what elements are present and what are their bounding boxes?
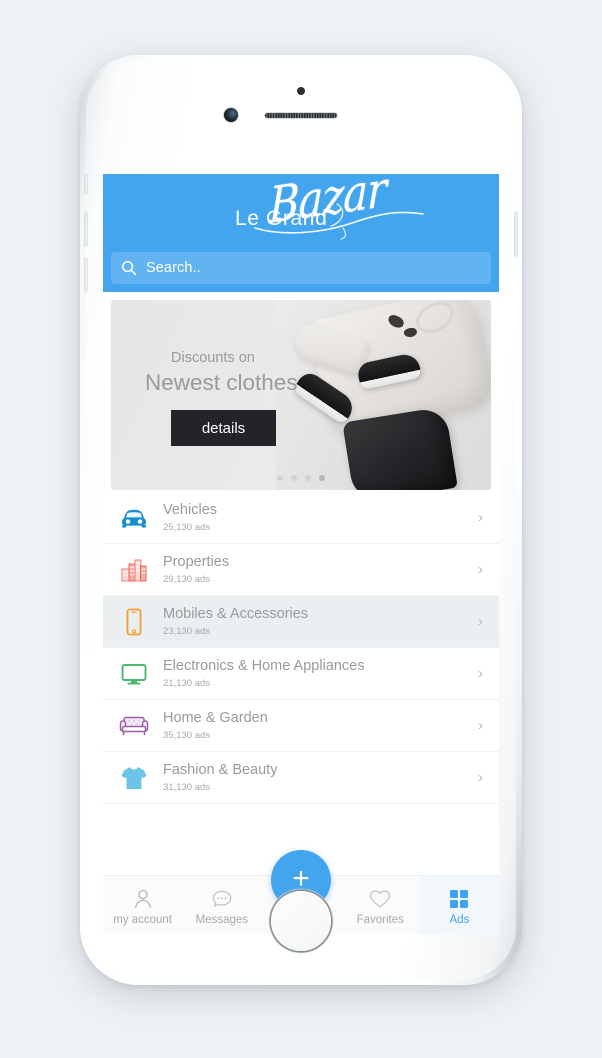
category-count: 23,130 ads xyxy=(163,625,211,637)
banner-subtitle: Discounts on xyxy=(171,350,255,366)
phone-screen: Bazar Le Grand Search.. Discounts on New… xyxy=(103,174,499,934)
collar-graphic xyxy=(410,300,460,340)
plus-icon: + xyxy=(292,861,310,895)
category-name: Home & Garden xyxy=(163,710,268,727)
sofa-icon xyxy=(113,715,155,737)
banner-title: Newest clothes xyxy=(145,370,298,395)
chevron-right-icon: › xyxy=(478,717,483,734)
volume-up-button[interactable] xyxy=(84,211,88,247)
carousel-dot[interactable] xyxy=(291,475,297,481)
category-text: Electronics & Home Appliances 21,130 ads xyxy=(155,658,478,689)
promo-banner[interactable]: Discounts on Newest clothes details xyxy=(111,300,491,490)
nav-label: Favorites xyxy=(356,914,404,926)
heart-icon xyxy=(370,890,391,908)
home-button[interactable] xyxy=(271,891,331,951)
category-row-mobiles[interactable]: Mobiles & Accessories 23,130 ads › xyxy=(103,596,499,648)
category-count: 35,130 ads xyxy=(163,729,211,741)
person-icon xyxy=(134,889,151,909)
front-camera xyxy=(224,108,238,122)
promo-banner-container: Discounts on Newest clothes details xyxy=(103,292,499,490)
search-input-placeholder[interactable]: Search.. xyxy=(146,260,201,276)
category-name: Properties xyxy=(163,554,230,571)
category-name: Mobiles & Accessories xyxy=(163,606,309,623)
tshirt-icon xyxy=(113,765,155,791)
carousel-dot[interactable] xyxy=(277,475,283,481)
app-logo: Bazar Le Grand xyxy=(103,174,499,246)
category-row-properties[interactable]: Properties 29,130 ads › xyxy=(103,544,499,596)
nav-item-my-account[interactable]: my account xyxy=(103,876,182,934)
phone-device-frame: Bazar Le Grand Search.. Discounts on New… xyxy=(80,55,522,985)
nav-item-favorites[interactable]: Favorites xyxy=(341,876,420,934)
category-text: Properties 29,130 ads xyxy=(155,554,478,585)
phone-icon xyxy=(113,608,155,636)
chevron-right-icon: › xyxy=(478,665,483,682)
category-count: 31,130 ads xyxy=(163,781,211,793)
carousel-dots[interactable] xyxy=(111,475,491,481)
carousel-dot-active[interactable] xyxy=(319,475,325,481)
chat-icon xyxy=(212,890,232,907)
nav-item-messages[interactable]: Messages xyxy=(182,876,261,934)
category-row-vehicles[interactable]: Vehicles 25,130 ads › xyxy=(103,492,499,544)
chevron-right-icon: › xyxy=(478,509,483,526)
buildings-icon xyxy=(113,558,155,582)
nav-item-ads[interactable]: Ads xyxy=(419,876,499,934)
category-name: Vehicles xyxy=(163,502,218,519)
carousel-dot[interactable] xyxy=(305,475,311,481)
silent-switch[interactable] xyxy=(84,173,88,195)
nav-label: Ads xyxy=(449,914,470,926)
chevron-right-icon: › xyxy=(478,613,483,630)
category-name: Electronics & Home Appliances xyxy=(163,658,365,675)
earpiece-speaker xyxy=(265,113,337,118)
category-name: Fashion & Beauty xyxy=(163,762,278,779)
category-text: Fashion & Beauty 31,130 ads xyxy=(155,762,478,793)
power-button[interactable] xyxy=(514,211,518,257)
car-icon xyxy=(113,507,155,529)
grid-icon xyxy=(450,890,469,908)
category-row-home-garden[interactable]: Home & Garden 35,130 ads › xyxy=(103,700,499,752)
logo-primary-text: Le Grand xyxy=(235,207,328,230)
category-text: Vehicles 25,130 ads xyxy=(155,502,478,533)
proximity-sensor xyxy=(297,87,305,95)
nav-label: Messages xyxy=(195,914,249,926)
banner-text-block: Discounts on Newest clothes details xyxy=(111,300,326,490)
search-icon xyxy=(122,261,137,276)
volume-down-button[interactable] xyxy=(84,257,88,293)
nav-label: my account xyxy=(113,914,172,926)
search-bar[interactable]: Search.. xyxy=(111,252,491,284)
banner-details-button[interactable]: details xyxy=(171,410,276,446)
app-header: Bazar Le Grand Search.. xyxy=(103,174,499,292)
monitor-icon xyxy=(113,662,155,686)
chevron-right-icon: › xyxy=(478,769,483,786)
category-count: 29,130 ads xyxy=(163,573,211,585)
category-text: Home & Garden 35,130 ads xyxy=(155,710,478,741)
chevron-right-icon: › xyxy=(478,561,483,578)
phone-body: Bazar Le Grand Search.. Discounts on New… xyxy=(84,61,518,979)
category-count: 21,130 ads xyxy=(163,677,211,689)
category-text: Mobiles & Accessories 23,130 ads xyxy=(155,606,478,637)
category-count: 25,130 ads xyxy=(163,521,211,533)
category-row-electronics[interactable]: Electronics & Home Appliances 21,130 ads… xyxy=(103,648,499,700)
category-list: Vehicles 25,130 ads › Properties 29,130 … xyxy=(103,490,499,804)
category-row-fashion[interactable]: Fashion & Beauty 31,130 ads › xyxy=(103,752,499,804)
